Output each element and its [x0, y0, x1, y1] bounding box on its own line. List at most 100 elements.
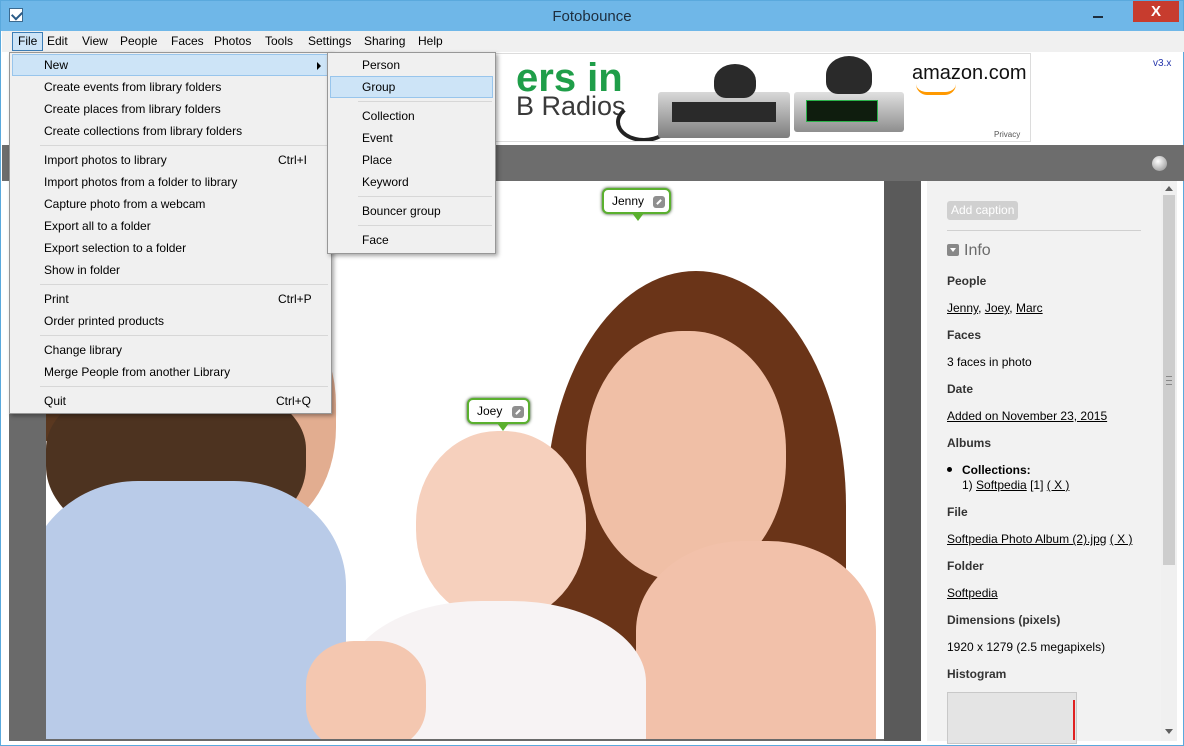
albums-label: Albums — [947, 436, 992, 450]
faces-value: 3 faces in photo — [947, 355, 1032, 369]
scroll-down-icon[interactable] — [1165, 729, 1173, 734]
scroll-up-icon[interactable] — [1165, 186, 1173, 191]
ad-banner[interactable]: ers in B Radios amazon.com Privacy — [495, 53, 1031, 142]
menu-item-new[interactable]: New — [44, 55, 68, 75]
bullet — [947, 467, 952, 472]
tag-pointer — [497, 423, 509, 431]
menu-item-print[interactable]: Print — [44, 289, 69, 309]
people-value: Jenny, Joey, Marc — [947, 301, 1043, 315]
submenu-item-person[interactable]: Person — [362, 55, 400, 75]
tag-pointer — [632, 213, 644, 221]
menu-edit[interactable]: Edit — [42, 32, 73, 51]
menu-item-order-prints[interactable]: Order printed products — [44, 311, 164, 331]
edit-icon[interactable] — [511, 405, 524, 418]
menu-item-export-selection[interactable]: Export selection to a folder — [44, 238, 186, 258]
separator: , — [1009, 301, 1016, 315]
menu-item-change-library[interactable]: Change library — [44, 340, 122, 360]
window-title: Fotobounce — [552, 8, 632, 25]
histogram-marker — [1073, 700, 1075, 740]
version-link[interactable]: v3.x — [1153, 58, 1171, 69]
submenu-item-group[interactable]: Group — [362, 77, 395, 97]
faces-label: Faces — [947, 328, 982, 342]
app-window: Fotobounce X File Edit View People Faces… — [0, 0, 1184, 746]
menu-item-capture-webcam[interactable]: Capture photo from a webcam — [44, 194, 205, 214]
person-link[interactable]: Marc — [1016, 301, 1043, 315]
menu-help[interactable]: Help — [413, 32, 448, 51]
menu-separator — [40, 335, 328, 336]
grip-icon — [1166, 376, 1172, 385]
menu-faces[interactable]: Faces — [166, 32, 209, 51]
menu-separator — [358, 196, 492, 197]
shortcut-quit: Ctrl+Q — [276, 394, 312, 408]
minimize-icon[interactable] — [1088, 5, 1110, 23]
menu-file[interactable]: File — [12, 32, 44, 51]
file-menu-dropdown: New Create events from library folders C… — [9, 52, 332, 414]
menu-separator — [358, 101, 492, 102]
title-bar: Fotobounce X — [1, 1, 1183, 31]
remove-collection-link[interactable]: ( X ) — [1047, 478, 1070, 492]
person-link[interactable]: Jenny — [947, 301, 978, 315]
menu-item-create-places[interactable]: Create places from library folders — [44, 99, 221, 119]
histogram-label: Histogram — [947, 667, 1007, 681]
submenu-item-bouncer-group[interactable]: Bouncer group — [362, 201, 441, 221]
edit-icon[interactable] — [653, 195, 666, 208]
divider — [947, 230, 1141, 231]
menu-item-import-photos[interactable]: Import photos to library — [44, 150, 167, 170]
menu-separator — [40, 145, 328, 146]
menu-view[interactable]: View — [77, 32, 113, 51]
date-link[interactable]: Added on November 23, 2015 — [947, 409, 1107, 423]
person-link[interactable]: Joey — [985, 301, 1009, 315]
amazon-smile-icon — [916, 84, 956, 95]
menu-item-quit[interactable]: Quit — [44, 391, 66, 411]
menu-separator — [40, 284, 328, 285]
date-label: Date — [947, 382, 974, 396]
face-tag-label: Joey — [477, 404, 503, 418]
folder-label: Folder — [947, 559, 984, 573]
menu-bar: File Edit View People Faces Photos Tools… — [2, 31, 1184, 52]
info-toggle-icon[interactable] — [947, 244, 959, 256]
shortcut-print: Ctrl+P — [278, 292, 312, 306]
viewer-margin — [884, 181, 921, 741]
info-panel — [927, 181, 1161, 741]
folder-link[interactable]: Softpedia — [947, 586, 998, 600]
collection-index: 1) — [962, 478, 973, 492]
menu-settings[interactable]: Settings — [303, 32, 356, 51]
menu-item-merge-people[interactable]: Merge People from another Library — [44, 362, 230, 382]
face-tag-joey[interactable]: Joey — [467, 398, 530, 431]
menu-separator — [40, 386, 328, 387]
menu-photos[interactable]: Photos — [209, 32, 256, 51]
collection-link[interactable]: Softpedia — [976, 478, 1027, 492]
menu-sharing[interactable]: Sharing — [359, 32, 410, 51]
close-icon[interactable]: X — [1133, 1, 1179, 22]
info-heading: Info — [964, 242, 991, 259]
submenu-item-place[interactable]: Place — [362, 150, 392, 170]
submenu-item-collection[interactable]: Collection — [362, 106, 415, 126]
menu-item-import-folder[interactable]: Import photos from a folder to library — [44, 172, 237, 192]
face-tag-jenny[interactable]: Jenny — [602, 188, 672, 221]
remove-file-link[interactable]: ( X ) — [1110, 532, 1133, 546]
menu-item-export-all[interactable]: Export all to a folder — [44, 216, 151, 236]
menu-item-show-in-folder[interactable]: Show in folder — [44, 260, 120, 280]
submenu-item-face[interactable]: Face — [362, 230, 389, 250]
menu-people[interactable]: People — [115, 32, 162, 51]
menu-item-create-collections[interactable]: Create collections from library folders — [44, 121, 242, 141]
ad-privacy-link[interactable]: Privacy — [994, 130, 1020, 139]
cb-radio-image — [794, 92, 904, 132]
menu-tools[interactable]: Tools — [260, 32, 298, 51]
submenu-highlight — [330, 76, 493, 98]
microphone-image — [826, 56, 872, 94]
submenu-item-event[interactable]: Event — [362, 128, 393, 148]
dimensions-value: 1920 x 1279 (2.5 megapixels) — [947, 640, 1106, 654]
dimensions-label: Dimensions (pixels) — [947, 613, 1061, 627]
file-link[interactable]: Softpedia Photo Album (2).jpg — [947, 532, 1106, 546]
file-label: File — [947, 505, 968, 519]
ad-subheadline: B Radios — [516, 91, 626, 121]
collection-entry: 1) Softpedia [1] ( X ) — [962, 478, 1069, 492]
menu-item-create-events[interactable]: Create events from library folders — [44, 77, 221, 97]
add-caption-button[interactable]: Add caption — [947, 201, 1019, 220]
shortcut-import: Ctrl+I — [278, 153, 308, 167]
new-submenu: Person Group Collection Event Place Keyw… — [327, 52, 496, 254]
status-orb-icon[interactable] — [1152, 156, 1167, 171]
submenu-item-keyword[interactable]: Keyword — [362, 172, 409, 192]
people-label: People — [947, 274, 987, 288]
